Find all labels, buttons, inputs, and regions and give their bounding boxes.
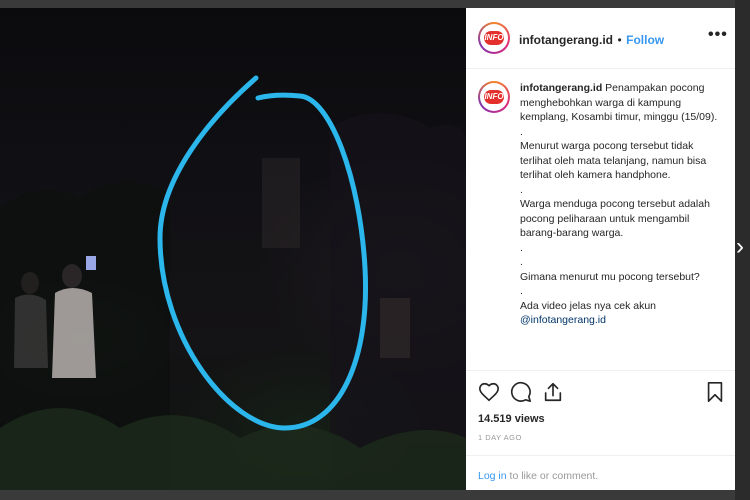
post-timestamp[interactable]: 1 DAY AGO — [478, 433, 522, 442]
comment-row: Log in to like or comment. — [466, 455, 735, 500]
chevron-right-icon[interactable]: › — [736, 232, 750, 262]
more-options-icon[interactable]: ••• — [708, 26, 727, 46]
caption-line: . — [520, 256, 523, 268]
media-scene — [0, 75, 466, 490]
avatar-logo: INFO — [484, 31, 504, 45]
post-panel: INFO infotangerang.id • Follow ••• INFO … — [466, 8, 735, 490]
post-header: INFO infotangerang.id • Follow ••• — [466, 8, 735, 69]
bookmark-icon[interactable] — [704, 381, 726, 403]
login-link[interactable]: Log in — [478, 470, 507, 482]
post-media[interactable] — [0, 8, 466, 490]
caption-area: INFO infotangerang.id Penampakan pocong … — [466, 69, 735, 369]
mention-link[interactable]: @infotangerang.id — [520, 314, 606, 326]
caption-line: . — [520, 183, 523, 196]
username-link[interactable]: infotangerang.id — [519, 33, 613, 47]
actions-section: 14.519 views 1 DAY AGO Log in to like or… — [466, 370, 735, 499]
login-prompt-text: to like or comment. — [506, 470, 599, 482]
caption-line: . — [520, 285, 523, 297]
login-prompt: Log in to like or comment. — [478, 470, 598, 482]
avatar[interactable]: INFO — [478, 22, 510, 54]
backdrop — [0, 0, 750, 8]
avatar[interactable]: INFO — [478, 81, 510, 113]
caption-line: . — [520, 125, 523, 138]
caption-text: infotangerang.id Penampakan pocong mengh… — [520, 81, 720, 328]
caption-line: Gimana menurut mu pocong tersebut? — [520, 270, 700, 283]
caption-username[interactable]: infotangerang.id — [520, 82, 602, 94]
avatar-logo: INFO — [484, 90, 504, 104]
share-icon[interactable] — [542, 381, 564, 403]
heart-icon[interactable] — [478, 381, 500, 403]
separator-dot: • — [617, 33, 622, 47]
caption-line: Warga menduga pocong tersebut adalah poc… — [520, 198, 710, 239]
follow-button[interactable]: Follow — [626, 33, 664, 47]
caption-line: . — [520, 241, 523, 254]
view-count[interactable]: 14.519 views — [478, 413, 545, 425]
comment-icon[interactable] — [510, 381, 532, 403]
caption-line: Menurut warga pocong tersebut tidak terl… — [520, 140, 707, 181]
caption-line: Ada video jelas nya cek akun — [520, 299, 657, 312]
